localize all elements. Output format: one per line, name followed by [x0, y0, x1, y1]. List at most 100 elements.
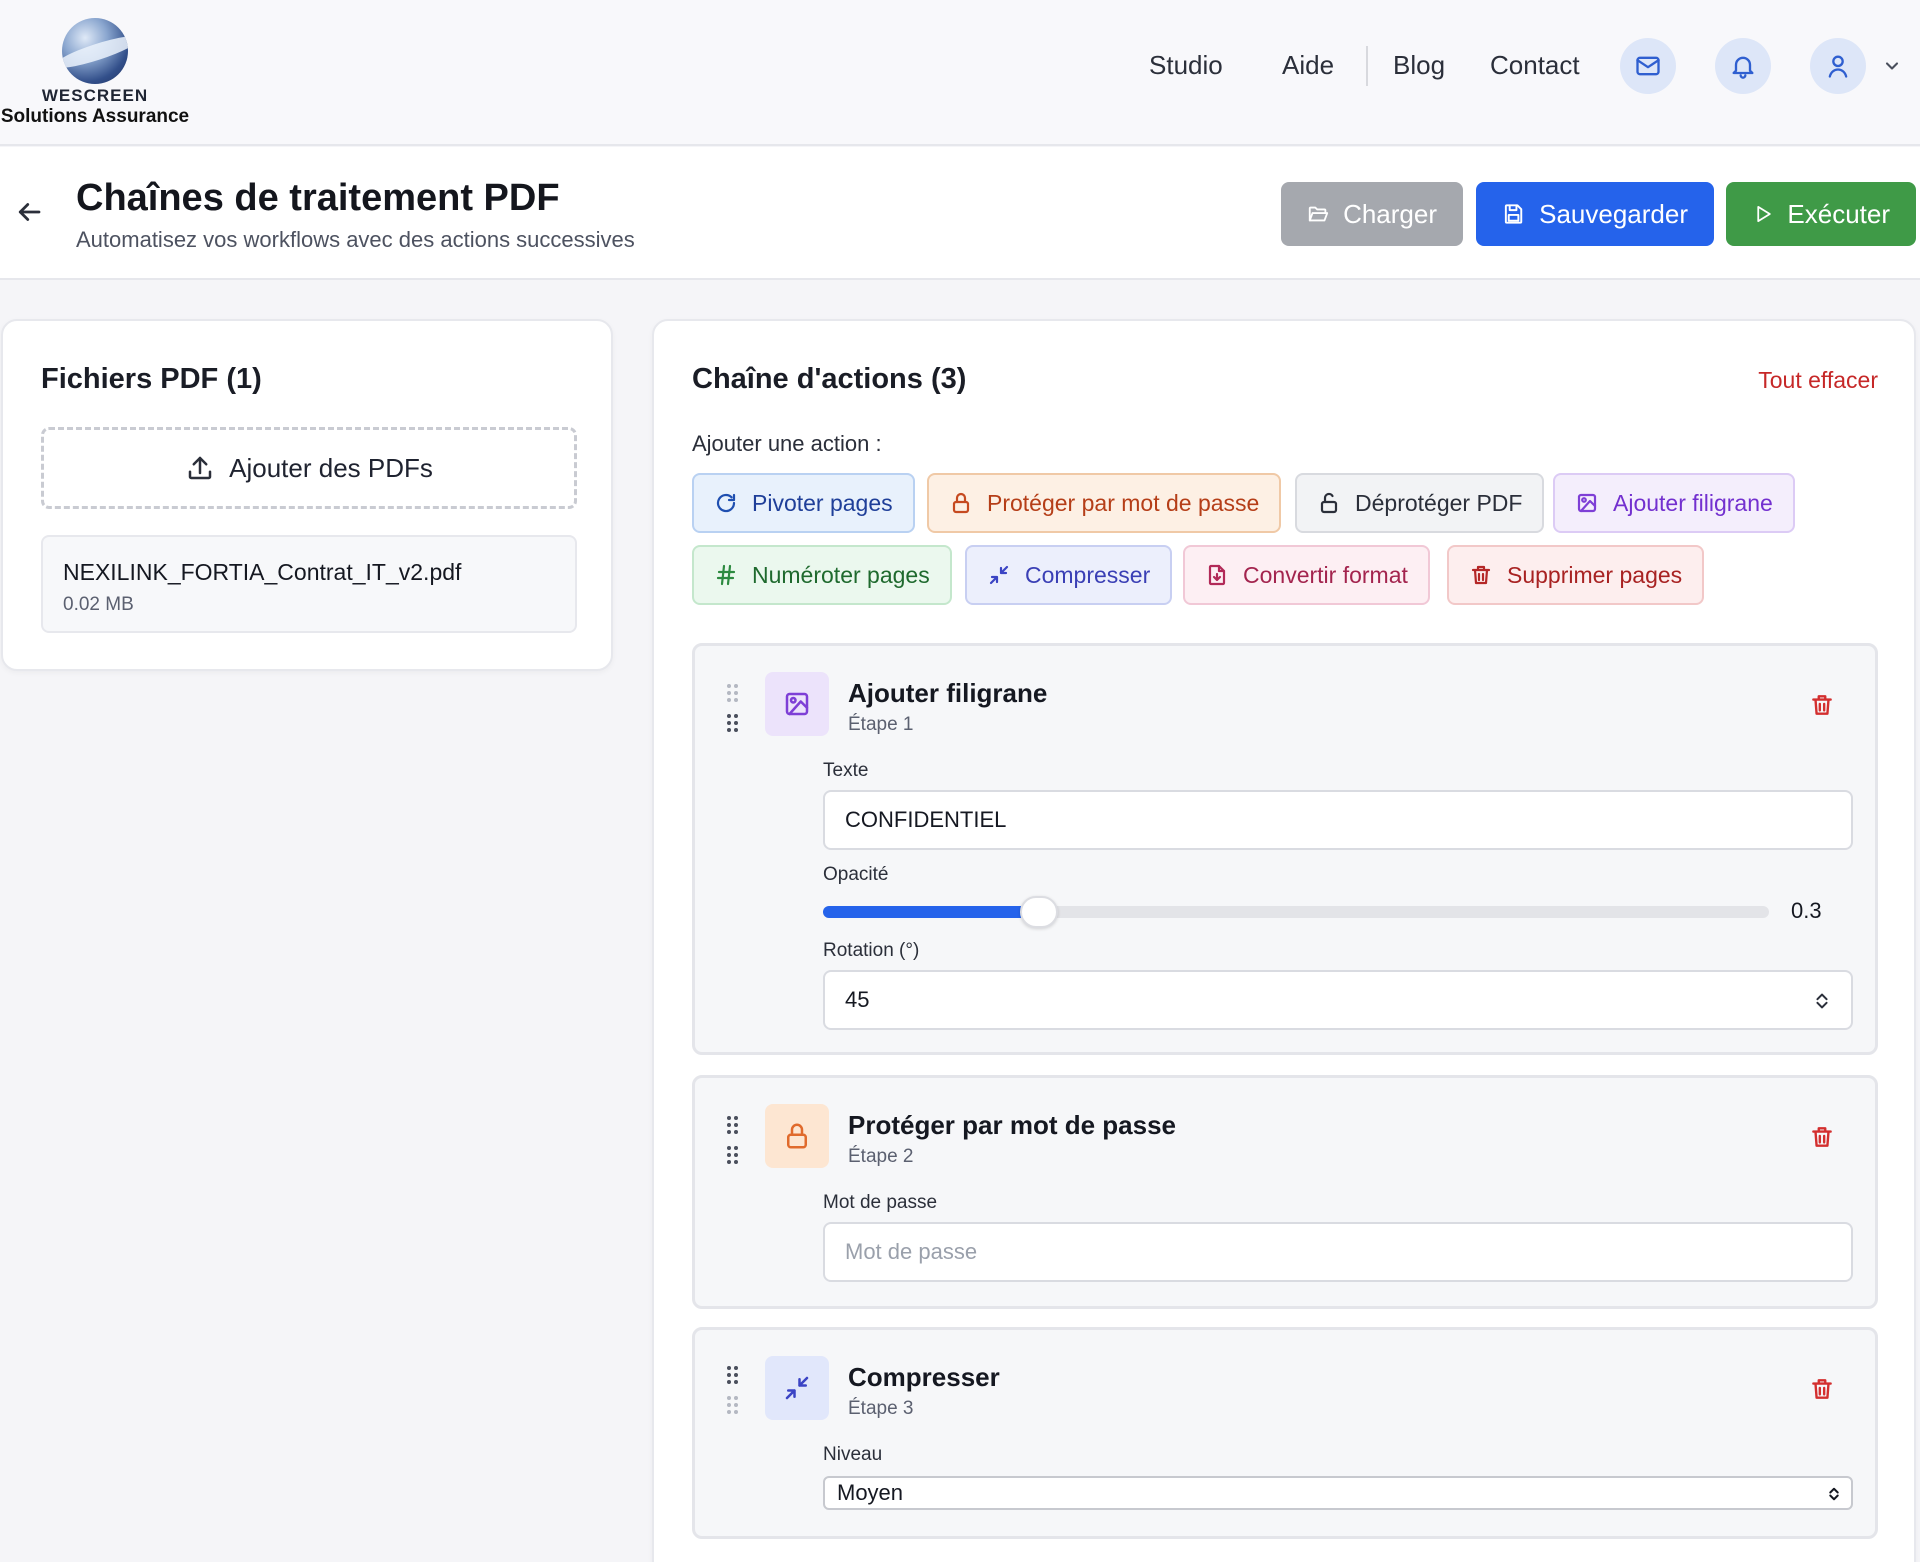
top-navigation: WESCREEN Solutions Assurance Studio Aide… — [0, 0, 1920, 146]
action-chip-label: Pivoter pages — [752, 489, 893, 516]
execute-button[interactable]: Exécuter — [1726, 182, 1916, 246]
user-menu-button[interactable] — [1810, 38, 1866, 94]
brand-subtitle: Solutions Assurance — [0, 106, 190, 127]
action-chip-unprotect[interactable]: Déprotéger PDF — [1295, 473, 1545, 533]
text-field-label: Texte — [823, 760, 869, 781]
drag-handle-icon[interactable] — [727, 1366, 741, 1418]
page-title: Chaînes de traitement PDF — [76, 177, 560, 219]
back-arrow-icon[interactable] — [14, 197, 44, 227]
level-value: Moyen — [837, 1480, 904, 1505]
load-button-label: Charger — [1343, 198, 1437, 229]
nav-aide[interactable]: Aide — [1282, 50, 1334, 81]
step-card-watermark: Ajouter filigrane Étape 1 Texte CONFIDEN… — [692, 643, 1878, 1055]
nav-studio[interactable]: Studio — [1149, 50, 1223, 81]
notifications-button[interactable] — [1715, 38, 1771, 94]
opacity-label: Opacité — [823, 864, 889, 885]
action-chip-number[interactable]: Numéroter pages — [692, 545, 952, 605]
file-size: 0.02 MB — [63, 594, 134, 615]
rotation-input[interactable]: 45 — [823, 970, 1853, 1030]
drag-handle-icon[interactable] — [727, 1116, 741, 1168]
trash-icon — [1471, 565, 1491, 585]
opacity-value: 0.3 — [1791, 898, 1822, 923]
delete-step-icon[interactable] — [1809, 1124, 1835, 1150]
file-item[interactable]: NEXILINK_FORTIA_Contrat_IT_v2.pdf 0.02 M… — [41, 535, 577, 633]
select-arrows-icon — [1829, 1487, 1839, 1501]
level-label: Niveau — [823, 1444, 883, 1465]
globe-logo-icon — [62, 18, 128, 84]
drag-handle-icon[interactable] — [727, 684, 741, 736]
upload-label: Ajouter des PDFs — [229, 452, 433, 483]
delete-step-icon[interactable] — [1809, 692, 1835, 718]
compress-icon — [785, 1376, 809, 1400]
brand-logo[interactable]: WESCREEN Solutions Assurance — [0, 18, 190, 128]
password-label: Mot de passe — [823, 1192, 938, 1213]
action-chip-label: Supprimer pages — [1507, 561, 1683, 588]
image-icon — [1577, 493, 1597, 513]
chevron-down-icon[interactable] — [1882, 56, 1902, 76]
step-icon — [765, 1356, 829, 1420]
action-chip-watermark[interactable]: Ajouter filigrane — [1553, 473, 1795, 533]
page-subtitle: Automatisez vos workflows avec des actio… — [76, 227, 635, 252]
action-chip-protect[interactable]: Protéger par mot de passe — [927, 473, 1282, 533]
action-chip-rotate[interactable]: Pivoter pages — [692, 473, 915, 533]
password-input[interactable]: Mot de passe — [823, 1222, 1853, 1282]
step-icon — [765, 1104, 829, 1168]
slider-fill — [823, 906, 1039, 918]
mail-button[interactable] — [1620, 38, 1676, 94]
action-chip-label: Convertir format — [1243, 561, 1408, 588]
hash-icon — [716, 564, 736, 586]
delete-step-icon[interactable] — [1809, 1376, 1835, 1402]
upload-pdfs-button[interactable]: Ajouter des PDFs — [41, 427, 577, 509]
save-button[interactable]: Sauvegarder — [1476, 182, 1714, 246]
clear-all-link[interactable]: Tout effacer — [1758, 367, 1878, 394]
compression-level-select[interactable]: Moyen — [823, 1476, 1853, 1510]
action-chain-panel: Chaîne d'actions (3) Tout effacer Ajoute… — [652, 319, 1916, 1562]
bell-icon — [1732, 56, 1754, 79]
watermark-text-input[interactable]: CONFIDENTIEL — [823, 790, 1853, 850]
action-chip-delete-pages[interactable]: Supprimer pages — [1447, 545, 1705, 605]
nav-divider — [1366, 46, 1368, 86]
compress-icon — [989, 565, 1009, 585]
lock-icon — [952, 492, 970, 514]
action-chip-label: Numéroter pages — [752, 561, 930, 588]
action-chip-convert[interactable]: Convertir format — [1183, 545, 1430, 605]
files-title: Fichiers PDF (1) — [41, 363, 262, 395]
load-button[interactable]: Charger — [1281, 182, 1463, 246]
brand-name: WESCREEN — [41, 86, 149, 105]
file-convert-icon — [1208, 564, 1226, 586]
step-number: Étape 2 — [848, 1146, 914, 1167]
spinner-arrows-icon[interactable] — [1811, 988, 1833, 1014]
step-icon — [765, 672, 829, 736]
play-icon — [1757, 205, 1771, 223]
save-icon — [1504, 204, 1523, 224]
execute-button-label: Exécuter — [1787, 198, 1890, 229]
action-chip-label: Ajouter filigrane — [1613, 489, 1773, 516]
rotation-label: Rotation (°) — [823, 940, 920, 961]
nav-contact[interactable]: Contact — [1490, 50, 1580, 81]
files-panel: Fichiers PDF (1) Ajouter des PDFs NEXILI… — [1, 319, 613, 671]
action-chip-compress[interactable]: Compresser — [965, 545, 1173, 605]
rotate-icon — [716, 493, 736, 513]
slider-thumb[interactable] — [1020, 896, 1058, 928]
step-number: Étape 1 — [848, 714, 914, 735]
file-name: NEXILINK_FORTIA_Contrat_IT_v2.pdf — [63, 559, 462, 585]
nav-blog[interactable]: Blog — [1393, 50, 1445, 81]
step-card-protect: Protéger par mot de passe Étape 2 Mot de… — [692, 1075, 1878, 1309]
action-chip-label: Déprotéger PDF — [1355, 489, 1523, 516]
opacity-slider[interactable] — [823, 896, 1769, 928]
action-chip-label: Protéger par mot de passe — [987, 489, 1260, 516]
add-action-label: Ajouter une action : — [692, 431, 882, 456]
chain-title: Chaîne d'actions (3) — [692, 363, 967, 395]
save-button-label: Sauvegarder — [1539, 198, 1688, 229]
step-card-compress: Compresser Étape 3 Niveau Moyen — [692, 1327, 1878, 1539]
action-chip-label: Compresser — [1025, 561, 1151, 588]
step-title: Compresser — [848, 1362, 1000, 1392]
step-title: Protéger par mot de passe — [848, 1110, 1176, 1140]
upload-icon — [188, 456, 212, 480]
user-icon — [1828, 55, 1848, 78]
mail-icon — [1636, 56, 1660, 76]
folder-open-icon — [1308, 206, 1329, 222]
step-title: Ajouter filigrane — [848, 678, 1048, 708]
step-number: Étape 3 — [848, 1398, 914, 1419]
rotation-value: 45 — [845, 987, 870, 1012]
